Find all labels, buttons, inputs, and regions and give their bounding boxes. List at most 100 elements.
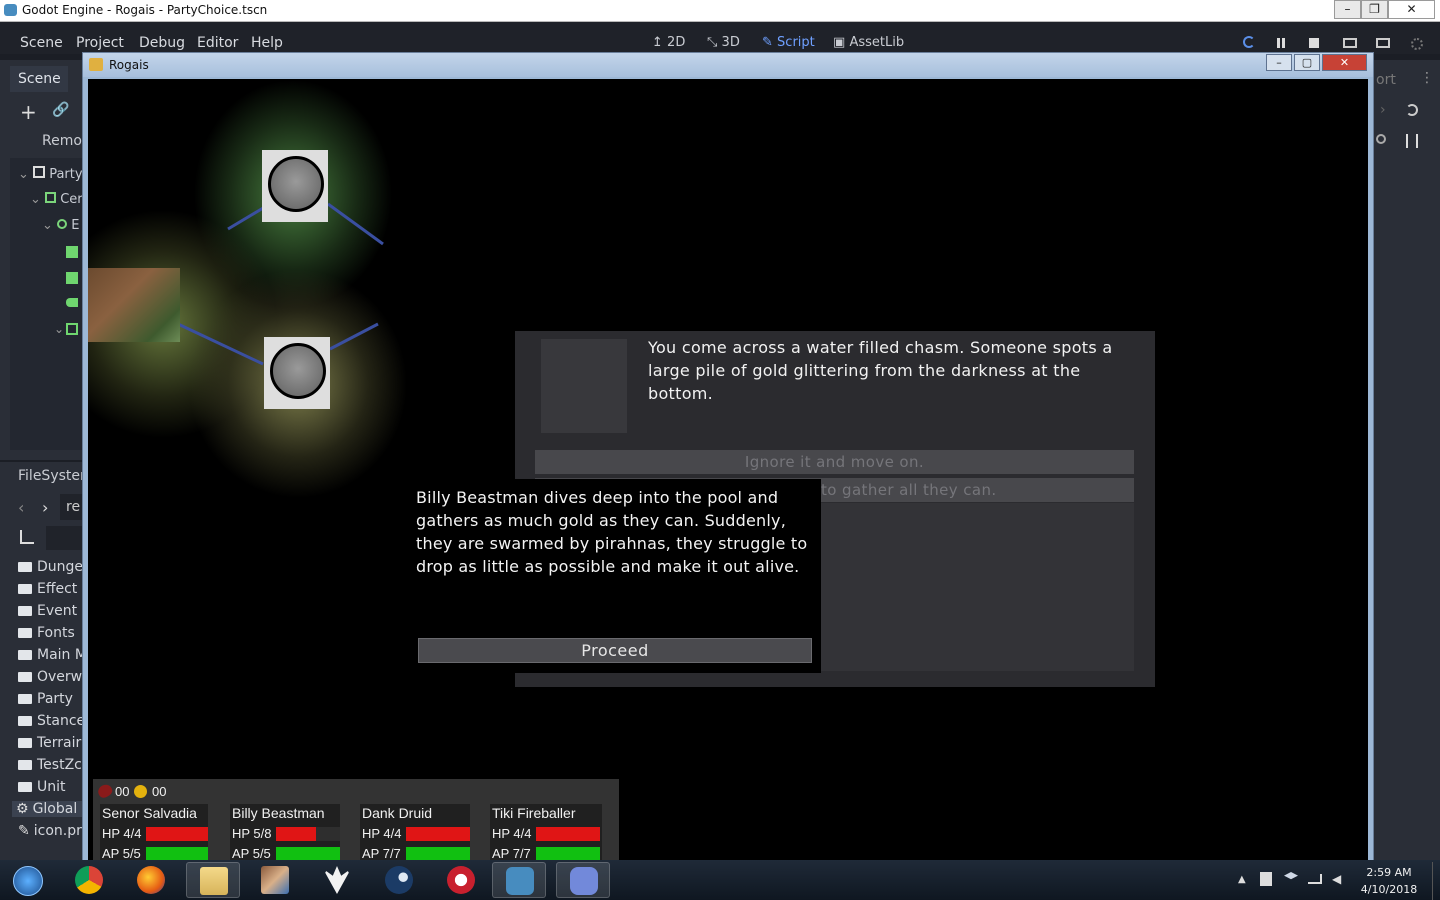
action-center-icon[interactable] — [1260, 872, 1272, 886]
back-arrow-icon[interactable]: ‹ — [18, 498, 24, 517]
fs-folder[interactable]: Event — [18, 603, 77, 619]
folder-icon — [18, 738, 32, 748]
more-icon[interactable]: ⋮ — [1420, 70, 1434, 86]
fs-folder-label: Terrair — [37, 735, 82, 751]
workspace-3d[interactable]: ⤡ 3D — [707, 35, 740, 50]
fs-folder[interactable]: Party — [18, 691, 73, 707]
fs-folder[interactable]: Unit — [18, 779, 66, 795]
network-icon[interactable] — [1308, 874, 1322, 884]
inspector-tab[interactable]: ort — [1376, 72, 1396, 88]
menu-debug[interactable]: Debug — [139, 35, 185, 51]
menu-scene[interactable]: Scene — [20, 35, 63, 51]
tray-expand-icon[interactable]: ▲ — [1238, 874, 1246, 885]
container-icon — [45, 192, 57, 203]
pause-icon[interactable] — [1277, 38, 1280, 48]
taskbar-app[interactable] — [186, 862, 240, 898]
panel-icon[interactable] — [66, 272, 78, 284]
fs-folder[interactable]: Terrair — [18, 735, 81, 751]
fs-file-label: icon.pr — [33, 823, 82, 839]
choice-ignore-button[interactable]: Ignore it and move on. — [535, 450, 1134, 474]
fs-folder-label: TestZc — [37, 757, 82, 773]
taskbar-app[interactable] — [62, 862, 116, 898]
volume-icon[interactable]: ◀ — [1332, 872, 1341, 886]
history-icon[interactable] — [1406, 104, 1418, 116]
tab-scene[interactable]: Scene — [10, 66, 68, 92]
tree-node-center[interactable]: ⌄ Cer — [30, 192, 83, 207]
party-member-card[interactable]: Billy Beastman HP 5/8 AP 5/5 — [230, 804, 340, 862]
close-button[interactable]: ✕ — [1388, 0, 1435, 19]
play-scene-icon[interactable] — [1343, 38, 1357, 48]
proceed-button[interactable]: Proceed — [418, 638, 812, 663]
clock-date[interactable]: 4/10/2018 — [1354, 883, 1424, 896]
menu-help[interactable]: Help — [251, 35, 283, 51]
menu-project[interactable]: Project — [76, 35, 124, 51]
vbox-icon[interactable]: ⌄ — [54, 322, 79, 336]
tree-node-party[interactable]: ⌄ Party — [18, 166, 83, 182]
minimize-button[interactable]: – — [1334, 0, 1361, 19]
tab-filesystem[interactable]: FileSyster — [18, 468, 86, 484]
game-close-button[interactable]: ✕ — [1322, 54, 1367, 71]
tree-view-icon[interactable] — [20, 530, 34, 544]
add-node-icon[interactable]: + — [20, 100, 37, 124]
remote-tab[interactable]: Remo — [42, 133, 82, 149]
script-icon: ✎ — [762, 35, 773, 50]
fs-folder[interactable]: Dunge — [18, 559, 83, 575]
taskbar-app[interactable] — [372, 862, 426, 898]
taskbar-app[interactable] — [434, 862, 488, 898]
menu-editor[interactable]: Editor — [197, 35, 238, 51]
clock-time[interactable]: 2:59 AM — [1354, 866, 1424, 879]
party-member-card[interactable]: Tiki Fireballer HP 4/4 AP 7/7 — [490, 804, 602, 862]
label-icon[interactable] — [66, 298, 78, 307]
chevron-right-icon[interactable]: › — [1380, 102, 1386, 118]
ap-fill — [146, 847, 208, 861]
tree-node-e[interactable]: ⌄ E — [42, 218, 79, 233]
forward-arrow-icon[interactable]: › — [42, 498, 48, 517]
fs-file[interactable]: ✎ icon.pr — [18, 823, 82, 839]
hp-bar — [536, 827, 600, 841]
folder-icon — [18, 562, 32, 572]
workspace-2d-label: 2D — [667, 35, 686, 50]
chrome-icon — [75, 866, 103, 894]
workspace-assetlib[interactable]: ▣ AssetLib — [833, 35, 904, 50]
2d-icon: ↥ — [652, 35, 663, 50]
workspace-script[interactable]: ✎ Script — [762, 35, 815, 50]
party-member-card[interactable]: Senor Salvadia HP 4/4 AP 5/5 — [100, 804, 208, 862]
taskbar-app[interactable] — [248, 862, 302, 898]
fs-folder[interactable]: Effect — [18, 581, 77, 597]
member-ap-text: AP 7/7 — [362, 846, 401, 861]
game-avatar-icon — [261, 866, 289, 894]
fs-folder[interactable]: Fonts — [18, 625, 75, 641]
party-beast-token[interactable] — [88, 268, 180, 342]
party-member-card[interactable]: Dank Druid HP 4/4 AP 7/7 — [360, 804, 470, 862]
panel-icon[interactable] — [66, 246, 78, 258]
play-custom-icon[interactable] — [1376, 38, 1390, 48]
game-minimize-button[interactable]: – — [1266, 54, 1292, 71]
link-icon[interactable]: 🔗 — [52, 102, 69, 118]
path-field[interactable]: re — [60, 494, 84, 520]
start-orb-icon — [13, 866, 43, 896]
workspace-2d[interactable]: ↥ 2D — [652, 35, 685, 50]
maximize-button[interactable]: ❐ — [1361, 0, 1388, 19]
taskbar-app[interactable] — [492, 862, 546, 898]
map-node[interactable] — [262, 150, 328, 222]
gold-coin-icon — [134, 785, 147, 798]
search-icon[interactable] — [1376, 134, 1386, 144]
stop-icon[interactable] — [1309, 38, 1319, 48]
fs-folder-label: Party — [37, 691, 73, 707]
fs-folder[interactable]: Overw — [18, 669, 82, 685]
taskbar-app[interactable] — [310, 862, 364, 898]
start-button[interactable] — [0, 862, 54, 898]
show-desktop-button[interactable] — [1432, 862, 1440, 900]
fs-folder[interactable]: TestZc — [18, 757, 82, 773]
fs-folder[interactable]: Stance — [18, 713, 85, 729]
reload-icon[interactable] — [1243, 36, 1255, 48]
fs-folder[interactable]: Main M — [18, 647, 87, 663]
map-node[interactable] — [264, 337, 330, 409]
taskbar-app[interactable] — [124, 862, 178, 898]
search-field[interactable] — [46, 526, 84, 550]
tools-icon[interactable] — [1406, 134, 1418, 148]
taskbar-app[interactable] — [556, 862, 610, 898]
tree-label-party: Party — [49, 167, 83, 182]
game-maximize-button[interactable]: ▢ — [1294, 54, 1320, 71]
fs-file-selected[interactable]: ⚙ Global — [12, 801, 84, 817]
